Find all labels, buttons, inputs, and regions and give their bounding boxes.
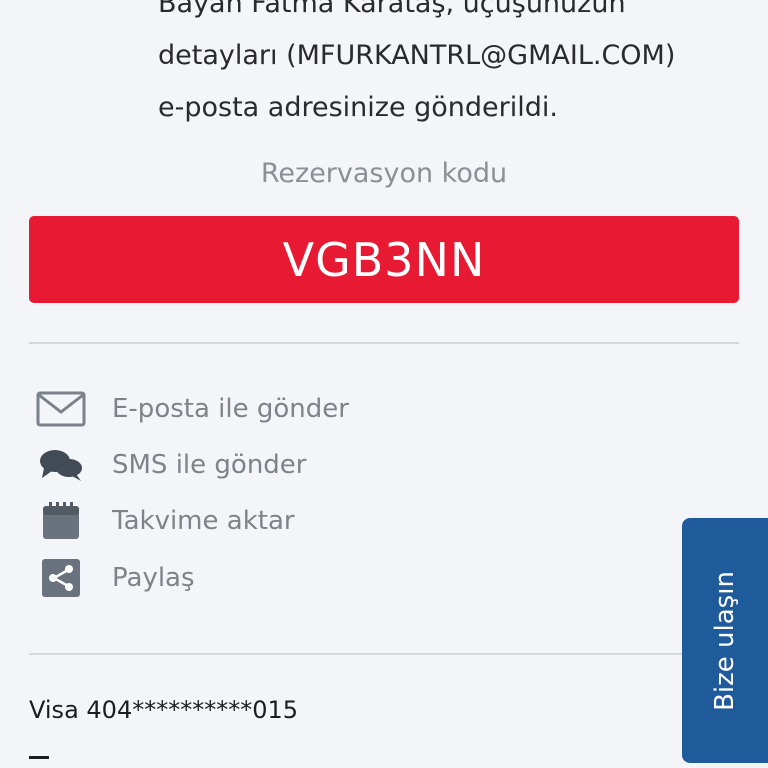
divider-bottom [29, 653, 739, 655]
next-row-partial [29, 756, 49, 768]
confirmation-message: Bayan Fatma Karataş, uçuşunuzun detaylar… [158, 0, 738, 134]
share-icon [34, 557, 88, 599]
reservation-code-label: Rezervasyon kodu [260, 158, 508, 189]
add-to-calendar-action[interactable]: Takvime aktar [34, 496, 634, 546]
chat-bubbles-icon [34, 444, 88, 486]
reservation-code-box: VGB3NN [29, 216, 739, 303]
payment-card: Visa 404**********015 [29, 696, 299, 724]
send-email-action[interactable]: E-posta ile gönder [34, 384, 634, 434]
confirmation-line-2: detayları (MFURKANTRL@GMAIL.COM) [158, 40, 676, 71]
calendar-icon [34, 500, 88, 542]
confirmation-line-1: Bayan Fatma Karataş, uçuşunuzun [158, 0, 626, 19]
share-label: Paylaş [112, 563, 195, 593]
send-sms-label: SMS ile gönder [112, 450, 307, 480]
divider-top [29, 342, 739, 344]
envelope-icon [34, 388, 88, 430]
contact-us-tab[interactable]: Bize ulaşın [682, 518, 768, 763]
confirmation-line-3: e-posta adresinize gönderildi. [158, 92, 558, 123]
contact-us-label: Bize ulaşın [710, 570, 741, 711]
share-action[interactable]: Paylaş [34, 553, 634, 603]
send-sms-action[interactable]: SMS ile gönder [34, 440, 634, 490]
send-email-label: E-posta ile gönder [112, 394, 349, 424]
add-to-calendar-label: Takvime aktar [112, 506, 295, 536]
